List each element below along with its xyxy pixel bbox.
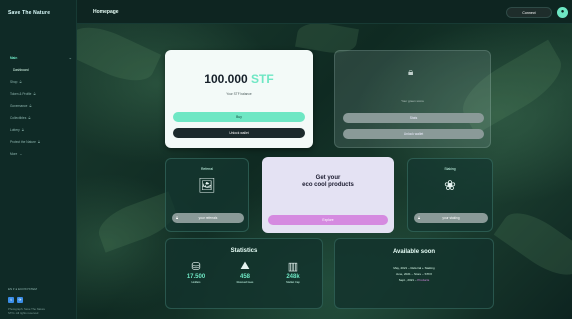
stat-value: 17.500 — [186, 274, 206, 280]
roadmap-accent: Products — [417, 278, 430, 282]
lock-icon: 🔒︎ — [37, 139, 41, 144]
stat-label: Rescued trees — [236, 281, 254, 284]
sidebar-item-governance[interactable]: Governance 🔒︎ — [10, 100, 72, 111]
chart-icon: ▥ — [287, 261, 299, 273]
background-leaf — [493, 201, 572, 287]
stat-market-cap: ▥ 248k Market Cap — [273, 260, 313, 284]
sidebar-item-shop[interactable]: Shop 🔒︎ — [10, 76, 72, 87]
lock-icon: 🔒︎ — [418, 215, 421, 220]
copyright-text: Photograph: Save The Nature STN • All ri… — [8, 307, 46, 315]
stat-holders: ⛁ 17.500 Holders — [176, 260, 216, 284]
sidebar-item-more[interactable]: More ⌄ — [10, 148, 72, 159]
available-soon-card: Available soon May, 2021 – Referral + St… — [334, 238, 494, 309]
unlock-wallet-button[interactable]: Unlock wallet — [343, 129, 484, 139]
sidebar-item-dashboard[interactable]: Dashboard — [10, 64, 72, 75]
language-selector[interactable]: EN ▾ ● ECOSYSTEM — [8, 287, 70, 291]
lock-icon: 🔒︎ — [408, 67, 414, 78]
tree-icon: ⛰ — [240, 260, 250, 272]
sidebar-item-label: More — [10, 152, 18, 156]
stats-button[interactable]: Stats — [343, 113, 484, 123]
balance-subtitle: Your STF balance — [226, 92, 252, 96]
lock-icon: 🔒︎ — [33, 91, 36, 96]
sidebar-item-label: Shop — [10, 80, 18, 84]
eco-products-card: Get your eco cool products Explore — [262, 157, 394, 233]
stat-label: Market Cap — [286, 281, 300, 284]
sidebar: Save The Nature Main ⌄ Dashboard Shop 🔒︎ … — [0, 0, 77, 319]
statistics-card: Statistics ⛁ 17.500 Holders ⛰ 458 Rescue… — [165, 238, 323, 309]
sidebar-item-token-profile[interactable]: Token & Profile 🔒︎ — [10, 88, 72, 99]
chevron-down-icon: ⌄ — [68, 55, 72, 60]
twitter-icon[interactable]: t — [8, 297, 14, 303]
balance-card: 100.000 STF Your STF balance Buy Unlock … — [165, 50, 313, 148]
roadmap-text: June, 2021 – Store – STFX — [395, 272, 433, 276]
sidebar-item-label: Governance — [10, 104, 28, 108]
balance-value: 100.000 — [204, 72, 248, 86]
stat-label: Holders — [191, 281, 201, 284]
roadmap-text: May, 2021 – Referral + Staking — [393, 266, 435, 270]
avatar[interactable]: ● — [557, 7, 568, 18]
unlock-wallet-button[interactable]: Unlock wallet — [173, 128, 305, 138]
green-score-subtitle: Your green score — [401, 99, 424, 103]
stat-value: 248k — [286, 274, 300, 280]
available-soon-title: Available soon — [392, 249, 436, 255]
sidebar-item-label: Lottery — [10, 128, 20, 132]
statistics-title: Statistics — [230, 248, 258, 254]
lock-icon: 🔒︎ — [176, 215, 179, 220]
heading-line: Get your — [315, 175, 341, 181]
brand-logo[interactable]: Save The Nature — [8, 10, 50, 16]
sidebar-item-collectibles[interactable]: Collectibles 🔒︎ — [10, 112, 72, 123]
balance-amount: 100.000 STF — [165, 72, 313, 86]
lock-icon: 🔒︎ — [21, 127, 24, 132]
button-label: your referrals — [198, 216, 218, 220]
sidebar-item-lottery[interactable]: Lottery 🔒︎ — [10, 124, 72, 135]
referral-card: Referral 🖼︎ 🔒︎ your referrals — [165, 158, 249, 232]
sidebar-item-label: Collectibles — [10, 116, 27, 120]
lock-icon: 🔒︎ — [29, 103, 32, 108]
telegram-icon[interactable]: ✈ — [17, 297, 23, 303]
referral-icon: 🖼︎ — [198, 177, 216, 193]
roadmap-item: Sept., 2021 – Products — [335, 277, 493, 283]
buy-button[interactable]: Buy — [173, 112, 305, 122]
sidebar-item-protect-nature[interactable]: Protect the Nature 🔒︎ — [10, 136, 72, 147]
sidebar-item-main[interactable]: Main ⌄ — [10, 52, 72, 63]
referral-title: Referral — [200, 167, 214, 171]
social-links: t ✈ — [8, 297, 70, 303]
sidebar-item-label: Protect the Nature — [10, 140, 36, 144]
roadmap-list: May, 2021 – Referral + Staking June, 202… — [335, 265, 493, 283]
holders-icon: ⛁ — [191, 261, 201, 273]
sidebar-item-label: Token & Profile — [10, 92, 32, 96]
chevron-down-icon: ⌄ — [19, 151, 23, 156]
page-title: Homepage — [93, 9, 119, 15]
staking-card: Staking ❀ 🔒︎ your staking — [407, 158, 493, 232]
explore-button[interactable]: Explore — [268, 215, 388, 225]
your-staking-button[interactable]: 🔒︎ your staking — [414, 213, 488, 223]
sidebar-footer: EN ▾ ● ECOSYSTEM t ✈ Photograph: Save Th… — [8, 287, 70, 315]
balance-unit: STF — [251, 72, 274, 86]
connect-button[interactable]: Connect — [506, 7, 552, 18]
eco-products-heading: Get your eco cool products — [262, 175, 394, 189]
main-content: 100.000 STF Your STF balance Buy Unlock … — [77, 24, 572, 319]
sidebar-item-label: Dashboard — [13, 67, 29, 72]
heading-line: eco cool products — [302, 182, 354, 188]
sidebar-item-label: Main — [10, 55, 18, 60]
lock-icon: 🔒︎ — [28, 115, 31, 120]
lock-icon: 🔒︎ — [19, 79, 22, 84]
roadmap-text: Sept., 2021 – — [398, 278, 418, 282]
stat-value: 458 — [239, 274, 250, 280]
your-referrals-button[interactable]: 🔒︎ your referrals — [172, 213, 244, 223]
staking-icon: ❀ — [444, 177, 456, 193]
green-score-card: 🔒︎ Your green score Stats Unlock wallet — [334, 50, 491, 148]
topbar: Homepage Connect ● — [77, 0, 572, 24]
stat-rescued-trees: ⛰ 458 Rescued trees — [225, 260, 265, 284]
staking-title: Staking — [444, 167, 456, 171]
background-leaf — [77, 24, 162, 92]
sidebar-nav: Main ⌄ Dashboard Shop 🔒︎ Token & Profile 🔒… — [10, 52, 72, 160]
button-label: your staking — [442, 216, 460, 220]
